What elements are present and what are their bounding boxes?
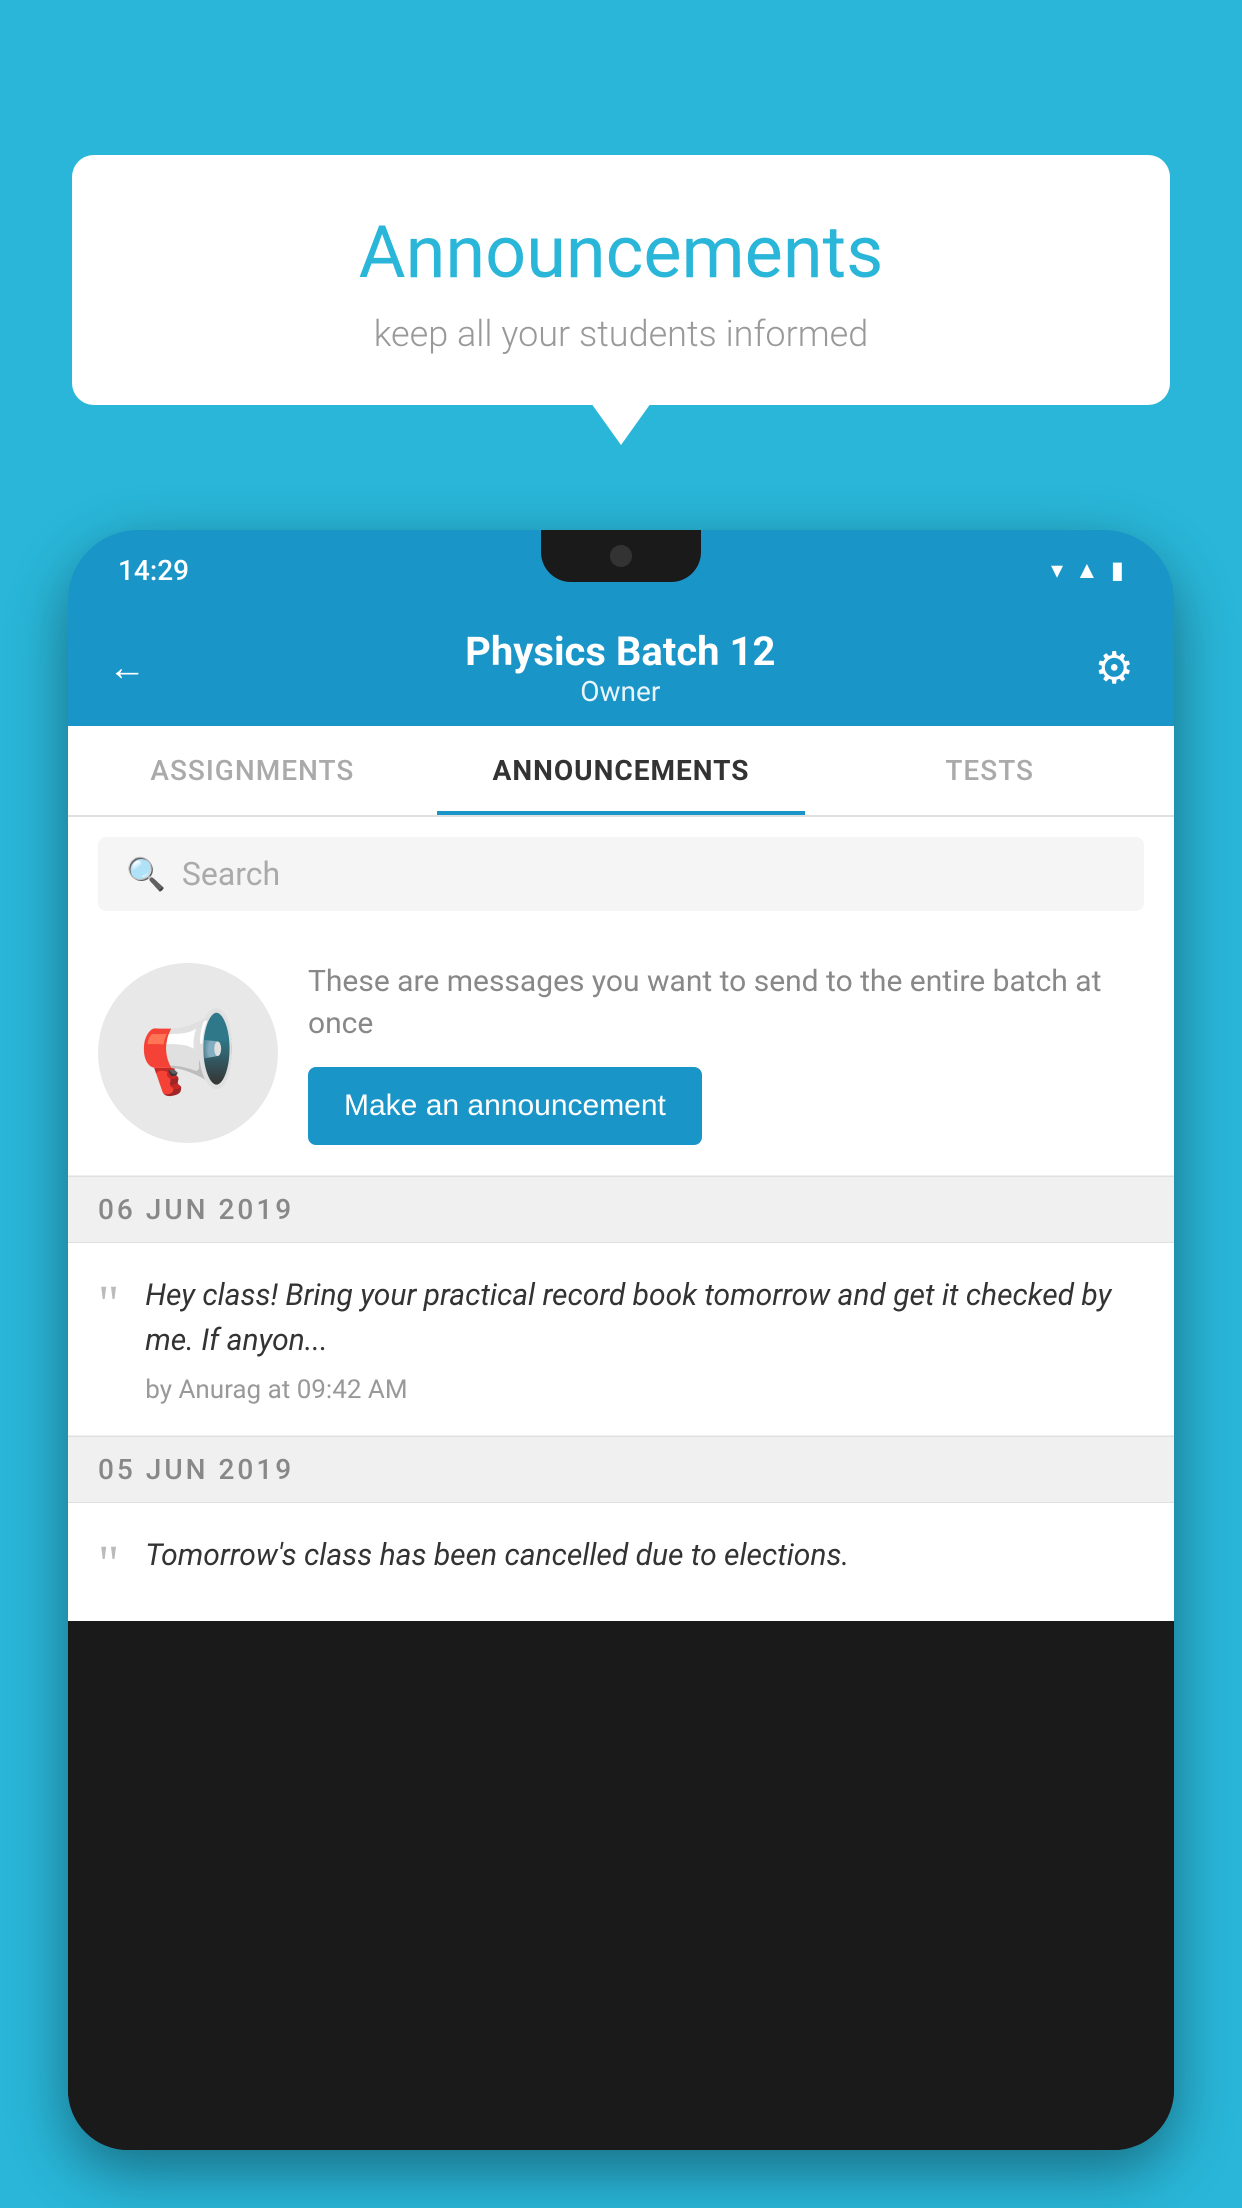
tab-announcements[interactable]: ANNOUNCEMENTS (437, 726, 806, 815)
status-bar: 14:29 ▾ ▲ ▮ (68, 530, 1174, 610)
megaphone-icon: 📢 (138, 1006, 238, 1100)
date-separator-1: 06 JUN 2019 (68, 1176, 1174, 1243)
search-placeholder: Search (182, 855, 280, 893)
tab-tests[interactable]: TESTS (805, 726, 1174, 815)
wifi-icon: ▾ (1051, 556, 1063, 584)
announcement-item-2: " Tomorrow's class has been cancelled du… (68, 1503, 1174, 1621)
header-subtitle: Owner (465, 675, 775, 708)
speech-bubble-title: Announcements (132, 210, 1110, 295)
announcement-message-2: Tomorrow's class has been cancelled due … (145, 1533, 1144, 1578)
announcement-message-1: Hey class! Bring your practical record b… (145, 1273, 1144, 1363)
search-bar[interactable]: 🔍 Search (98, 837, 1144, 911)
promo-description: These are messages you want to send to t… (308, 961, 1144, 1045)
battery-icon: ▮ (1111, 556, 1124, 584)
header-center: Physics Batch 12 Owner (465, 628, 775, 708)
camera-dot (610, 545, 632, 567)
app-header: ← Physics Batch 12 Owner ⚙ (68, 610, 1174, 726)
announcement-promo: 📢 These are messages you want to send to… (68, 931, 1174, 1176)
announcement-body-1: Hey class! Bring your practical record b… (145, 1273, 1144, 1405)
search-icon: 🔍 (126, 855, 166, 893)
make-announcement-button[interactable]: Make an announcement (308, 1067, 702, 1145)
quote-icon-1: " (98, 1279, 119, 1331)
announcement-item-1: " Hey class! Bring your practical record… (68, 1243, 1174, 1436)
phone-bottom (68, 2090, 1174, 2150)
date-separator-2: 05 JUN 2019 (68, 1436, 1174, 1503)
search-bar-container: 🔍 Search (68, 817, 1174, 931)
quote-icon-2: " (98, 1539, 119, 1591)
notch (541, 530, 701, 582)
announcement-meta-1: by Anurag at 09:42 AM (145, 1375, 1144, 1405)
speech-bubble-card: Announcements keep all your students inf… (72, 155, 1170, 405)
back-button[interactable]: ← (108, 646, 146, 690)
phone-container: 14:29 ▾ ▲ ▮ ← Physics Batch 12 Owner ⚙ A… (68, 530, 1174, 2208)
promo-icon-circle: 📢 (98, 963, 278, 1143)
tab-assignments[interactable]: ASSIGNMENTS (68, 726, 437, 815)
signal-icon: ▲ (1075, 556, 1099, 585)
phone-content: 🔍 Search 📢 These are messages you want t… (68, 817, 1174, 1621)
settings-icon[interactable]: ⚙ (1095, 642, 1134, 694)
promo-text-area: These are messages you want to send to t… (308, 961, 1144, 1145)
speech-bubble-section: Announcements keep all your students inf… (72, 155, 1170, 405)
status-icons: ▾ ▲ ▮ (1051, 556, 1124, 585)
tabs-bar: ASSIGNMENTS ANNOUNCEMENTS TESTS (68, 726, 1174, 817)
phone-frame: 14:29 ▾ ▲ ▮ ← Physics Batch 12 Owner ⚙ A… (68, 530, 1174, 2150)
header-title: Physics Batch 12 (465, 628, 775, 675)
status-time: 14:29 (118, 554, 189, 587)
speech-bubble-subtitle: keep all your students informed (132, 313, 1110, 355)
announcement-body-2: Tomorrow's class has been cancelled due … (145, 1533, 1144, 1590)
